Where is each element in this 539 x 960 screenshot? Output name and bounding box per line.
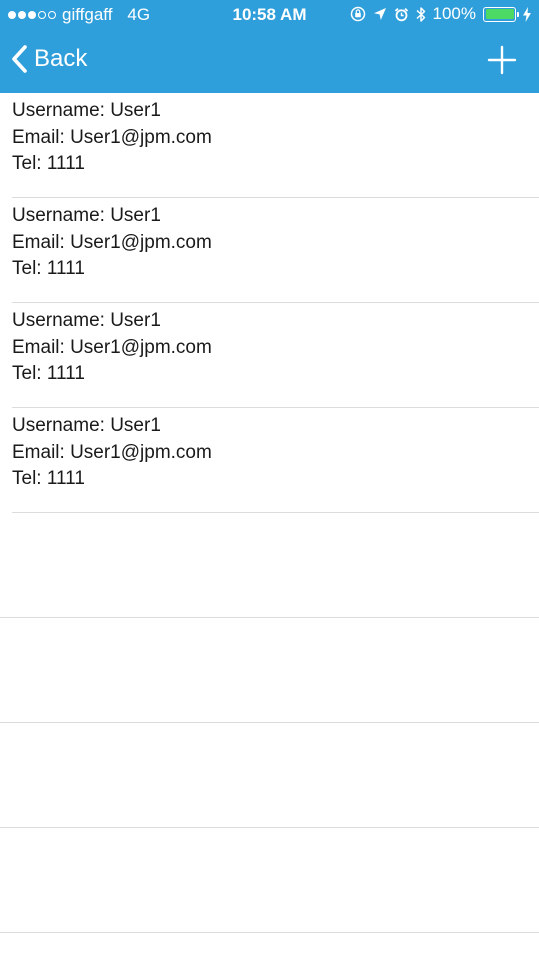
email-text: Email: User1@jpm.com xyxy=(12,126,212,148)
battery-tip xyxy=(517,11,519,17)
user-info: Username: User1 Email: User1@jpm.com Tel… xyxy=(12,413,212,493)
status-bar: giffgaff 4G 10:58 AM 100% xyxy=(0,0,539,30)
list-item[interactable]: Username: User1 Email: User1@jpm.com Tel… xyxy=(0,198,539,303)
status-right: 100% xyxy=(350,4,531,24)
battery-percent: 100% xyxy=(432,4,476,23)
header: giffgaff 4G 10:58 AM 100% Back xyxy=(0,0,539,93)
tel-text: Tel: 1111 xyxy=(12,258,85,279)
tel-text: Tel: 1111 xyxy=(12,468,85,489)
email-text: Email: User1@jpm.com xyxy=(12,336,212,358)
tel-text: Tel: 1111 xyxy=(12,363,85,384)
battery-icon xyxy=(483,6,519,22)
back-label: Back xyxy=(34,45,88,72)
tel-text: Tel: 1111 xyxy=(12,153,85,174)
username-text: Username: User1 xyxy=(12,100,161,121)
location-arrow-icon xyxy=(373,8,386,20)
list-item[interactable]: Username: User1 Email: User1@jpm.com Tel… xyxy=(0,303,539,408)
username-text: Username: User1 xyxy=(12,415,161,436)
list-item[interactable]: Username: User1 Email: User1@jpm.com Tel… xyxy=(0,408,539,513)
bluetooth-icon xyxy=(416,6,425,22)
empty-row xyxy=(0,513,539,618)
chevron-left-icon xyxy=(12,45,27,73)
list-item[interactable]: Username: User1 Email: User1@jpm.com Tel… xyxy=(0,93,539,198)
username-text: Username: User1 xyxy=(12,205,161,226)
user-info: Username: User1 Email: User1@jpm.com Tel… xyxy=(12,98,212,178)
email-text: Email: User1@jpm.com xyxy=(12,441,212,463)
empty-row xyxy=(0,618,539,723)
nav-bar: Back xyxy=(0,30,539,93)
add-button[interactable] xyxy=(487,45,517,75)
user-list[interactable]: Username: User1 Email: User1@jpm.com Tel… xyxy=(0,93,539,933)
empty-row xyxy=(0,723,539,828)
user-info: Username: User1 Email: User1@jpm.com Tel… xyxy=(12,203,212,283)
orientation-lock-icon xyxy=(350,6,365,22)
user-info: Username: User1 Email: User1@jpm.com Tel… xyxy=(12,308,212,388)
alarm-clock-icon xyxy=(394,7,408,21)
email-text: Email: User1@jpm.com xyxy=(12,231,212,253)
back-button[interactable]: Back xyxy=(10,44,87,74)
battery-fill xyxy=(485,9,514,19)
username-text: Username: User1 xyxy=(12,310,161,331)
plus-icon xyxy=(487,45,517,75)
empty-row xyxy=(0,828,539,933)
charging-bolt-icon xyxy=(523,6,531,22)
